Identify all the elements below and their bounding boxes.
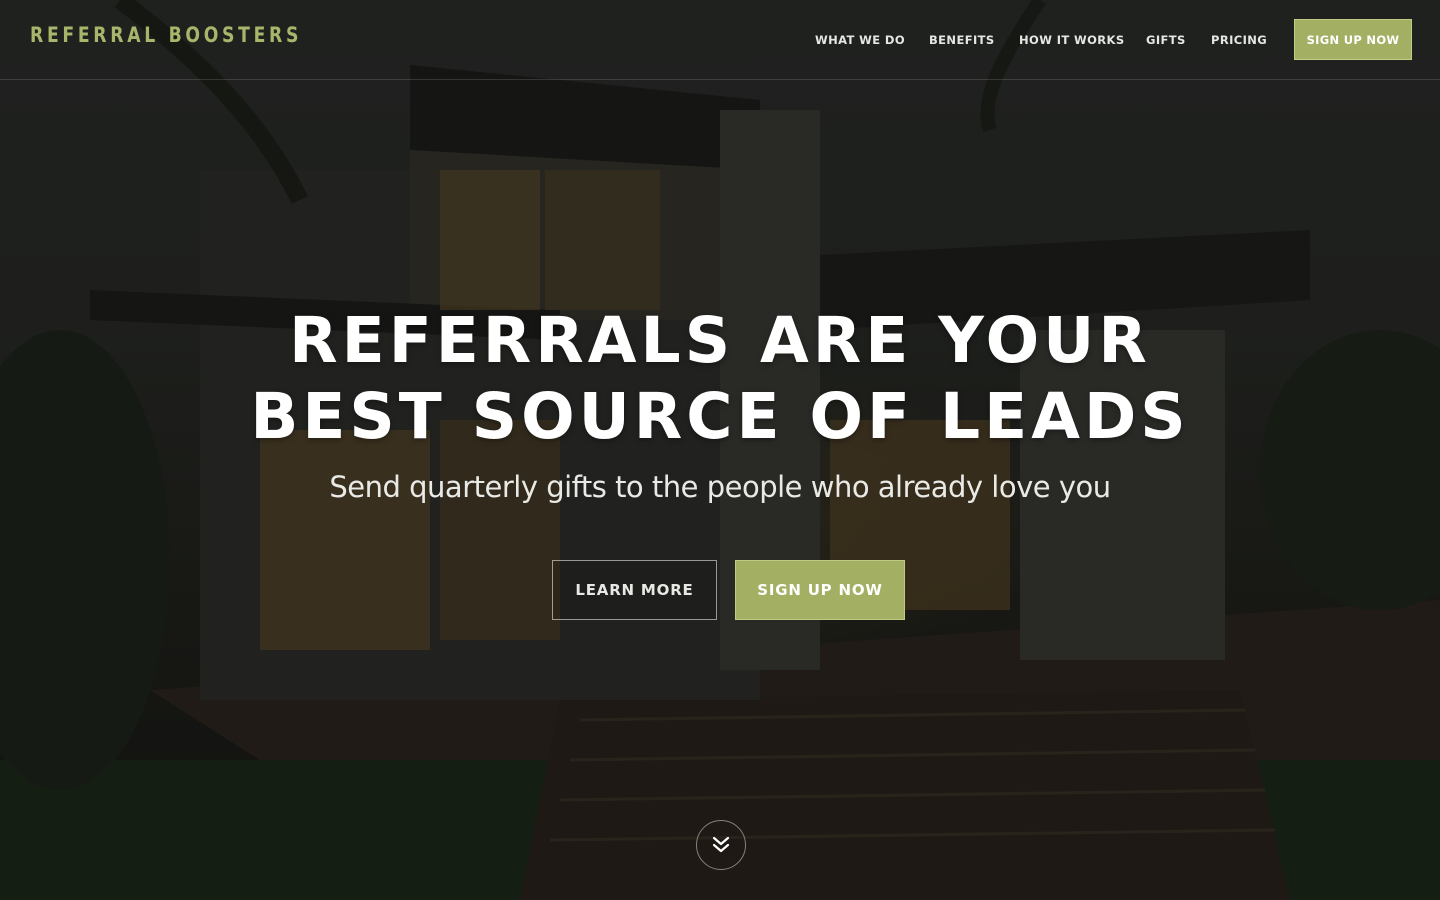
landing-page: REFERRAL BOOSTERS WHAT WE DO BENEFITS HO… bbox=[0, 0, 1440, 900]
hero-title-line-2: BEST SOURCE OF LEADS bbox=[250, 380, 1190, 453]
brand-logo[interactable]: REFERRAL BOOSTERS bbox=[30, 23, 302, 47]
hero-title: REFERRALS ARE YOUR BEST SOURCE OF LEADS bbox=[0, 303, 1440, 455]
hero-subtitle: Send quarterly gifts to the people who a… bbox=[329, 470, 1111, 504]
double-chevron-down-icon bbox=[712, 836, 730, 853]
nav-link-gifts[interactable]: GIFTS bbox=[1146, 33, 1186, 47]
nav-link-how-it-works[interactable]: HOW IT WORKS bbox=[1019, 33, 1125, 47]
nav-link-what-we-do[interactable]: WHAT WE DO bbox=[815, 33, 905, 47]
site-header: REFERRAL BOOSTERS WHAT WE DO BENEFITS HO… bbox=[0, 0, 1440, 80]
hero-signup-button[interactable]: SIGN UP NOW bbox=[735, 560, 905, 620]
nav-link-benefits[interactable]: BENEFITS bbox=[929, 33, 995, 47]
header-signup-button[interactable]: SIGN UP NOW bbox=[1294, 19, 1412, 60]
nav-link-pricing[interactable]: PRICING bbox=[1211, 33, 1267, 47]
learn-more-button[interactable]: LEARN MORE bbox=[552, 560, 717, 620]
hero-title-line-1: REFERRALS ARE YOUR bbox=[289, 304, 1151, 377]
scroll-down-button[interactable] bbox=[696, 820, 746, 870]
